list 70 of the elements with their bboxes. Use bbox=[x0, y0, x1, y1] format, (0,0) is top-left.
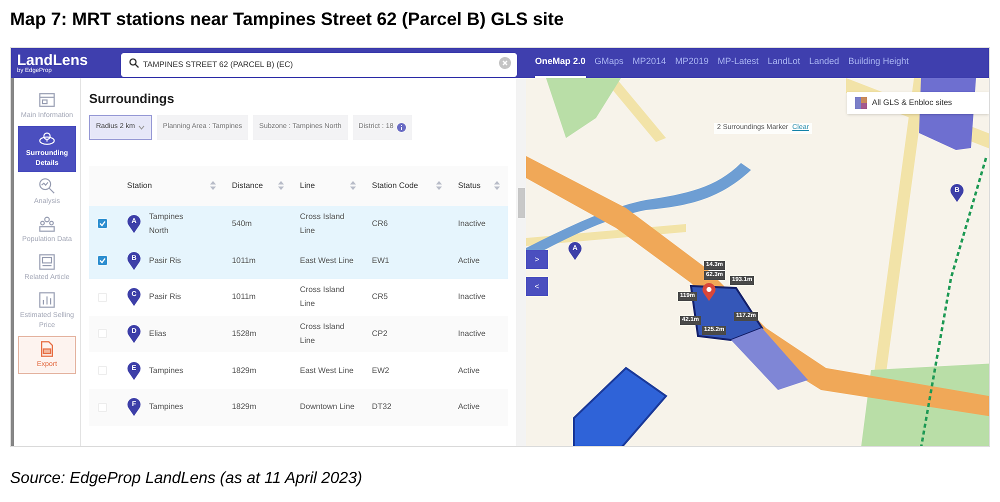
distance-cell: 540m bbox=[232, 218, 252, 228]
map-layer-tab[interactable]: Building Height bbox=[848, 48, 909, 78]
line-cell: Cross Island Line bbox=[300, 322, 344, 345]
layer-toggle-button[interactable]: All GLS & Enbloc sites bbox=[847, 92, 989, 114]
info-icon bbox=[396, 122, 406, 132]
station-name: Pasir Ris bbox=[149, 291, 182, 304]
sort-icon bbox=[436, 181, 442, 190]
scrollbar-thumb[interactable] bbox=[518, 188, 524, 218]
row-checkbox[interactable] bbox=[98, 219, 107, 228]
sort-icon bbox=[350, 181, 356, 190]
source-caption: Source: EdgeProp LandLens (as at 11 April 2023) bbox=[9, 469, 364, 489]
column-header[interactable]: Station Code bbox=[372, 180, 418, 192]
column-header[interactable]: Line bbox=[300, 180, 315, 192]
station-code-cell: CR6 bbox=[372, 218, 388, 228]
bar-chart-icon bbox=[38, 291, 56, 309]
location-pin-icon bbox=[702, 283, 716, 301]
map-layer-tab[interactable]: MP2019 bbox=[675, 48, 709, 78]
distance-cell: 1829m bbox=[232, 402, 256, 412]
distance-cell: 1528m bbox=[232, 328, 256, 338]
row-checkbox[interactable] bbox=[98, 256, 107, 266]
station-name: Tampines bbox=[149, 364, 184, 377]
line-cell: East West Line bbox=[300, 366, 354, 375]
sort-icon bbox=[210, 181, 216, 190]
station-code-cell: CR5 bbox=[372, 292, 388, 302]
line-cell: East West Line bbox=[300, 256, 354, 265]
sort-icon bbox=[278, 181, 284, 190]
station-code-cell: CP2 bbox=[372, 328, 388, 338]
article-icon bbox=[38, 253, 56, 271]
station-code-cell: EW1 bbox=[372, 256, 390, 265]
station-name: Tampines bbox=[149, 401, 184, 414]
map-layer-tab[interactable]: Landed bbox=[809, 48, 840, 78]
status-cell: Inactive bbox=[458, 328, 486, 338]
station-name: Tampines North bbox=[149, 210, 184, 237]
station-name: Pasir Ris bbox=[149, 254, 182, 267]
line-cell: Cross Island Line bbox=[300, 285, 344, 308]
status-cell: Inactive bbox=[458, 218, 486, 228]
map-layer-tab[interactable]: GMaps bbox=[594, 48, 624, 78]
map-layer-tab[interactable]: LandLot bbox=[768, 48, 800, 78]
status-cell: Inactive bbox=[458, 292, 486, 302]
distance-cell: 1011m bbox=[232, 256, 256, 265]
distance-cell: 1011m bbox=[232, 292, 256, 302]
magnifier-chart-icon bbox=[38, 177, 56, 195]
status-cell: Active bbox=[458, 256, 480, 265]
search-icon bbox=[129, 58, 139, 68]
column-header[interactable]: Status bbox=[458, 180, 481, 192]
line-cell: Cross Island Line bbox=[300, 212, 344, 235]
map-layer-tab[interactable]: MP-Latest bbox=[718, 48, 759, 78]
app-logo: LandLens bbox=[17, 52, 89, 68]
station-code-cell: EW2 bbox=[372, 366, 390, 375]
station-name: Elias bbox=[149, 328, 168, 340]
status-cell: Active bbox=[458, 402, 480, 412]
column-header[interactable]: Station bbox=[127, 180, 152, 192]
figure-title: Map 7: MRT stations near Tampines Street 62 (Parcel B) GLS site bbox=[9, 8, 565, 31]
map-layer-tab[interactable]: MP2014 bbox=[632, 48, 666, 78]
file-export-icon bbox=[38, 340, 56, 358]
chevron-down-icon bbox=[138, 124, 145, 130]
collapse-panel-button[interactable]: < bbox=[526, 277, 548, 296]
search-field[interactable]: TAMPINES STREET 62 (PARCEL B) (EC) bbox=[121, 52, 517, 76]
layers-icon bbox=[855, 97, 867, 109]
sort-icon bbox=[494, 181, 500, 190]
distance-cell: 1829m bbox=[232, 366, 256, 375]
status-cell: Active bbox=[458, 366, 480, 375]
column-header[interactable]: Distance bbox=[232, 180, 263, 192]
expand-panel-button[interactable]: > bbox=[526, 250, 548, 269]
panel-title: Surroundings bbox=[89, 90, 176, 108]
layout-icon bbox=[38, 91, 56, 109]
clear-icon[interactable] bbox=[499, 57, 511, 69]
line-cell: Downtown Line bbox=[300, 402, 355, 412]
people-icon bbox=[38, 215, 56, 233]
station-code-cell: DT32 bbox=[372, 402, 392, 412]
